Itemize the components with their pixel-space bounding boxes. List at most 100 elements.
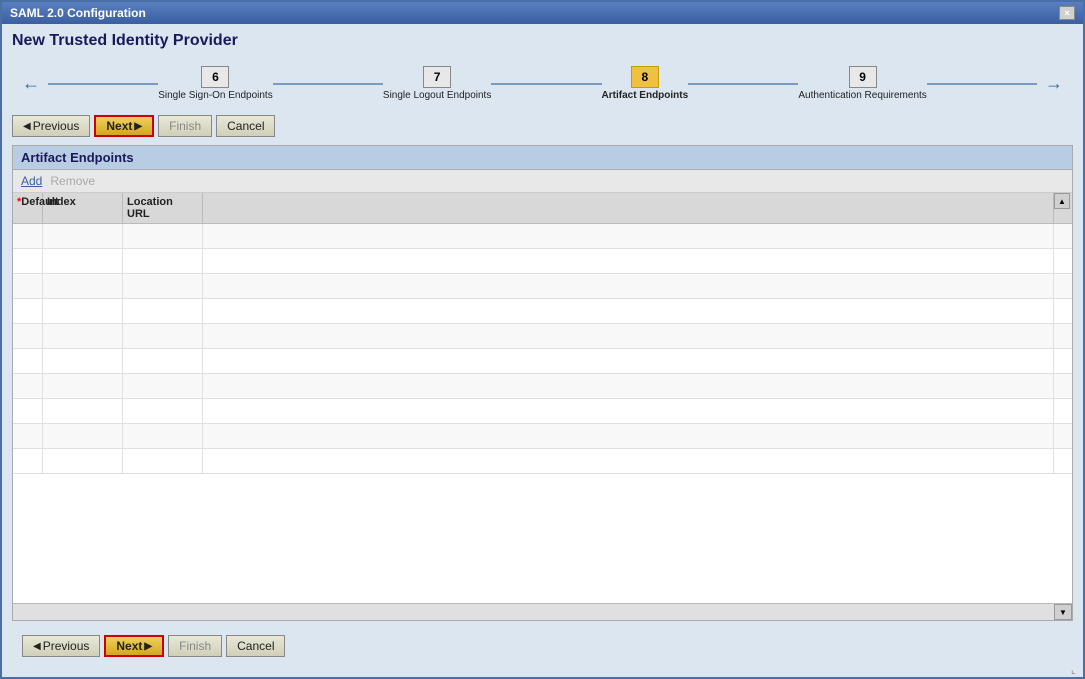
table-row[interactable] [13, 249, 1072, 274]
location-url-cell-9 [123, 449, 203, 473]
prev-arrow-icon: ◀ [23, 121, 31, 132]
extra-cell-7 [203, 399, 1054, 423]
wizard-line-1 [48, 83, 158, 85]
wizard-step-6: 6 Single Sign-On Endpoints [158, 66, 273, 101]
table-wrapper: *Default Index Location URL ▲ ▼ [13, 193, 1072, 620]
default-cell-6 [13, 374, 43, 398]
page-title: New Trusted Identity Provider [12, 32, 1073, 50]
index-cell-6 [43, 374, 123, 398]
index-cell-2 [43, 274, 123, 298]
bottom-previous-button[interactable]: ◀ Previous [22, 635, 100, 657]
location-url-cell-7 [123, 399, 203, 423]
default-cell-8 [13, 424, 43, 448]
step-8-number[interactable]: 8 [631, 66, 659, 88]
top-previous-button[interactable]: ◀ Previous [12, 115, 90, 137]
table-row[interactable] [13, 424, 1072, 449]
top-next-button[interactable]: Next ▶ [94, 115, 154, 137]
close-button[interactable]: × [1059, 6, 1075, 20]
remove-button[interactable]: Remove [50, 174, 95, 188]
step-7-number[interactable]: 7 [423, 66, 451, 88]
window-title: SAML 2.0 Configuration [10, 6, 146, 20]
wizard-line-3 [491, 83, 601, 85]
table-row[interactable] [13, 324, 1072, 349]
extra-cell-5 [203, 349, 1054, 373]
table-actions-bar: Add Remove [13, 170, 1072, 193]
scroll-down-button[interactable]: ▼ [1054, 604, 1072, 620]
wizard-steps: ← 6 Single Sign-On Endpoints 7 Single Lo… [12, 60, 1073, 107]
default-cell-4 [13, 324, 43, 348]
index-cell-9 [43, 449, 123, 473]
wizard-line-5 [927, 83, 1037, 85]
location-url-cell-0 [123, 224, 203, 248]
bottom-next-button[interactable]: Next ▶ [104, 635, 164, 657]
row-scroll-col-1 [1054, 249, 1072, 273]
scroll-down-area: ▼ [13, 603, 1072, 620]
row-scroll-col-2 [1054, 274, 1072, 298]
wizard-line-4 [688, 83, 798, 85]
index-cell-0 [43, 224, 123, 248]
row-scroll-col-6 [1054, 374, 1072, 398]
extra-cell-4 [203, 324, 1054, 348]
bottom-cancel-button[interactable]: Cancel [226, 635, 285, 657]
row-scroll-col-8 [1054, 424, 1072, 448]
index-cell-8 [43, 424, 123, 448]
top-button-bar: ◀ Previous Next ▶ Finish Cancel [12, 113, 1073, 139]
step-6-label: Single Sign-On Endpoints [158, 90, 273, 101]
row-scroll-col-0 [1054, 224, 1072, 248]
step-9-number[interactable]: 9 [849, 66, 877, 88]
table-section-title: Artifact Endpoints [13, 146, 1072, 170]
wizard-step-8: 8 Artifact Endpoints [602, 66, 689, 101]
step-6-number[interactable]: 6 [201, 66, 229, 88]
col-header-index: Index [43, 193, 123, 223]
default-cell-2 [13, 274, 43, 298]
col-header-location-url: Location URL [123, 193, 203, 223]
extra-cell-2 [203, 274, 1054, 298]
extra-cell-8 [203, 424, 1054, 448]
col-header-empty [203, 193, 1054, 223]
next-arrow-icon: ▶ [134, 121, 142, 132]
scroll-header: ▲ [1054, 193, 1072, 223]
location-url-cell-3 [123, 299, 203, 323]
table-row[interactable] [13, 299, 1072, 324]
scroll-up-button[interactable]: ▲ [1054, 193, 1070, 209]
artifact-endpoints-table: Artifact Endpoints Add Remove *Default I… [12, 145, 1073, 621]
default-cell-1 [13, 249, 43, 273]
index-cell-5 [43, 349, 123, 373]
wizard-step-9: 9 Authentication Requirements [798, 66, 926, 101]
add-button[interactable]: Add [21, 174, 42, 188]
step-9-label: Authentication Requirements [798, 90, 926, 101]
top-finish-button[interactable]: Finish [158, 115, 212, 137]
wizard-arrow-left-icon: ← [22, 73, 40, 94]
row-scroll-col-9 [1054, 449, 1072, 473]
top-cancel-button[interactable]: Cancel [216, 115, 275, 137]
extra-cell-9 [203, 449, 1054, 473]
default-cell-5 [13, 349, 43, 373]
location-url-cell-6 [123, 374, 203, 398]
location-url-cell-1 [123, 249, 203, 273]
location-url-cell-4 [123, 324, 203, 348]
col-header-default: *Default [13, 193, 43, 223]
extra-cell-3 [203, 299, 1054, 323]
table-row[interactable] [13, 374, 1072, 399]
location-url-cell-8 [123, 424, 203, 448]
default-cell-7 [13, 399, 43, 423]
table-row[interactable] [13, 274, 1072, 299]
table-row[interactable] [13, 449, 1072, 474]
row-scroll-col-7 [1054, 399, 1072, 423]
window: SAML 2.0 Configuration × New Trusted Ide… [0, 0, 1085, 679]
default-cell-0 [13, 224, 43, 248]
title-bar-buttons: × [1059, 6, 1075, 20]
step-7-label: Single Logout Endpoints [383, 90, 491, 101]
table-row[interactable] [13, 349, 1072, 374]
title-bar: SAML 2.0 Configuration × [2, 2, 1083, 24]
main-content: New Trusted Identity Provider ← 6 Single… [2, 24, 1083, 677]
bottom-finish-button[interactable]: Finish [168, 635, 222, 657]
index-cell-7 [43, 399, 123, 423]
index-cell-3 [43, 299, 123, 323]
default-cell-3 [13, 299, 43, 323]
default-cell-9 [13, 449, 43, 473]
table-row[interactable] [13, 399, 1072, 424]
resize-handle[interactable]: ⌞ [1071, 665, 1083, 677]
extra-cell-0 [203, 224, 1054, 248]
table-row[interactable] [13, 224, 1072, 249]
